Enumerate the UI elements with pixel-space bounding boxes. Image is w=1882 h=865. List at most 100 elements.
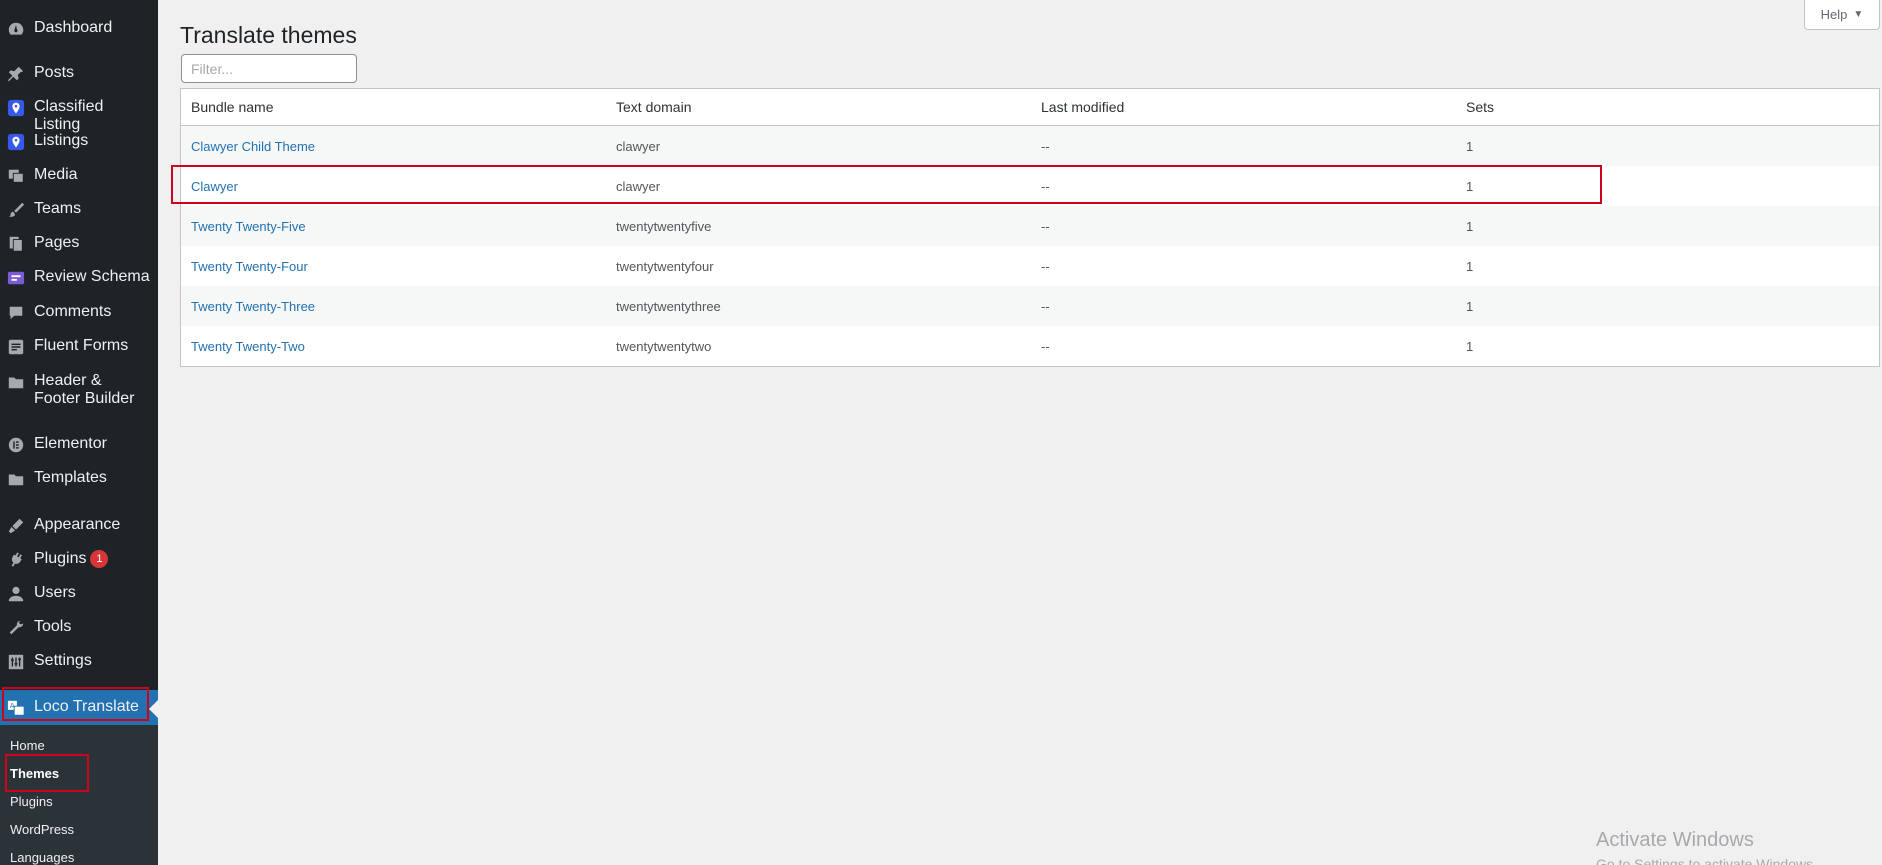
sets-cell: 1 xyxy=(1466,218,1474,234)
text-domain-cell: twentytwentyfive xyxy=(616,218,712,234)
pages-icon xyxy=(6,234,26,254)
submenu-item-plugins[interactable]: Plugins xyxy=(10,794,53,810)
sidebar-item-teams[interactable]: Teams xyxy=(0,200,158,222)
location-icon xyxy=(6,132,26,152)
location-icon xyxy=(6,98,26,118)
sidebar-item-label: Comments xyxy=(34,303,112,320)
settings-icon xyxy=(6,652,26,672)
table-row: Twenty Twenty-Three twentytwentythree --… xyxy=(181,286,1879,326)
sidebar-item-label: Tools xyxy=(34,618,72,635)
update-count-badge: 1 xyxy=(90,550,109,568)
sidebar-item-review-schema[interactable]: Review Schema xyxy=(0,268,158,290)
sidebar-item-media[interactable]: Media xyxy=(0,166,158,188)
sidebar-item-templates[interactable]: Templates xyxy=(0,469,158,491)
sidebar-item-label: Dashboard xyxy=(34,19,113,36)
sidebar-item-label: Review Schema xyxy=(34,268,150,285)
sidebar-item-label: Media xyxy=(34,166,78,183)
help-button-label: Help xyxy=(1820,7,1848,22)
sidebar-item-pages[interactable]: Pages xyxy=(0,234,158,256)
last-modified-cell: -- xyxy=(1041,178,1050,194)
sidebar-item-label: Classified Listing xyxy=(34,98,104,133)
admin-sidebar: Dashboard Posts Classified Listing Listi… xyxy=(0,0,158,865)
sidebar-item-classified-listing[interactable]: Classified Listing xyxy=(0,98,158,133)
user-icon xyxy=(6,584,26,604)
submenu-item-home[interactable]: Home xyxy=(10,738,45,754)
sidebar-item-label: Templates xyxy=(34,469,107,486)
bundles-table: Bundle name Text domain Last modified Se… xyxy=(180,88,1880,367)
sidebar-item-fluent-forms[interactable]: Fluent Forms xyxy=(0,337,158,359)
sidebar-item-label: Settings xyxy=(34,652,92,669)
text-domain-cell: twentytwentyfour xyxy=(616,258,714,274)
plugin-icon xyxy=(6,550,26,570)
table-row: Twenty Twenty-Five twentytwentyfive -- 1 xyxy=(181,206,1879,246)
sidebar-item-tools[interactable]: Tools xyxy=(0,618,158,640)
sidebar-item-listings[interactable]: Listings xyxy=(0,132,158,154)
sidebar-item-comments[interactable]: Comments xyxy=(0,303,158,325)
bundle-link[interactable]: Twenty Twenty-Four xyxy=(191,259,308,274)
wrench-icon xyxy=(6,618,26,638)
sidebar-item-label: Elementor xyxy=(34,435,107,452)
loco-translate-submenu: Home Themes Plugins WordPress Languages xyxy=(0,725,158,865)
comment-icon xyxy=(6,303,26,323)
sidebar-item-label: Pages xyxy=(34,234,80,251)
submenu-item-themes[interactable]: Themes xyxy=(10,766,59,782)
sets-cell: 1 xyxy=(1466,178,1474,194)
text-domain-cell: twentytwentytwo xyxy=(616,338,712,354)
bundle-link[interactable]: Twenty Twenty-Three xyxy=(191,299,315,314)
bundle-link[interactable]: Twenty Twenty-Five xyxy=(191,219,306,234)
sidebar-item-loco-translate[interactable]: A Loco Translate xyxy=(0,690,158,725)
sets-cell: 1 xyxy=(1466,258,1474,274)
table-header: Bundle name Text domain Last modified Se… xyxy=(181,89,1879,126)
sidebar-item-plugins[interactable]: Plugins 1 xyxy=(0,550,158,572)
sidebar-item-posts[interactable]: Posts xyxy=(0,64,158,86)
text-domain-cell: clawyer xyxy=(616,138,661,154)
sidebar-item-label: Appearance xyxy=(34,516,121,533)
sidebar-item-header-footer-builder[interactable]: Header & Footer Builder xyxy=(0,372,158,412)
sidebar-item-appearance[interactable]: Appearance xyxy=(0,516,158,538)
sidebar-item-settings[interactable]: Settings xyxy=(0,652,158,674)
submenu-item-languages[interactable]: Languages xyxy=(10,850,74,865)
column-header-sets[interactable]: Sets xyxy=(1456,99,1879,115)
filter-input[interactable] xyxy=(181,54,357,83)
sidebar-item-users[interactable]: Users xyxy=(0,584,158,606)
media-icon xyxy=(6,166,26,186)
sidebar-item-label: Header & Footer Builder xyxy=(34,372,135,407)
sidebar-item-label: Loco Translate xyxy=(34,698,139,715)
sidebar-item-dashboard[interactable]: Dashboard xyxy=(0,19,158,41)
last-modified-cell: -- xyxy=(1041,298,1050,314)
sidebar-item-label: Listings xyxy=(34,132,89,149)
table-row: Twenty Twenty-Four twentytwentyfour -- 1 xyxy=(181,246,1879,286)
elementor-icon xyxy=(6,435,26,455)
table-row: Clawyer clawyer -- 1 xyxy=(181,166,1879,206)
sidebar-item-label: Teams xyxy=(34,200,82,217)
sidebar-item-label: Posts xyxy=(34,64,75,81)
review-icon xyxy=(6,268,26,288)
submenu-item-wordpress[interactable]: WordPress xyxy=(10,822,74,838)
table-row: Twenty Twenty-Two twentytwentytwo -- 1 xyxy=(181,326,1879,366)
folder-icon xyxy=(6,469,26,489)
brush-icon xyxy=(6,200,26,220)
last-modified-cell: -- xyxy=(1041,218,1050,234)
table-row: Clawyer Child Theme clawyer -- 1 xyxy=(181,126,1879,166)
bundle-link[interactable]: Twenty Twenty-Two xyxy=(191,339,305,354)
folder-icon xyxy=(6,372,26,392)
dashboard-icon xyxy=(6,19,26,39)
translate-icon: A xyxy=(6,698,26,718)
svg-text:A: A xyxy=(10,701,15,710)
watermark-title: Activate Windows xyxy=(1596,829,1754,851)
sidebar-item-label: Fluent Forms xyxy=(34,337,129,354)
bundle-link[interactable]: Clawyer Child Theme xyxy=(191,139,315,154)
help-button[interactable]: Help ▼ xyxy=(1804,0,1880,30)
activate-windows-watermark: Activate Windows Go to Settings to activ… xyxy=(1596,828,1817,865)
column-header-bundle-name[interactable]: Bundle name xyxy=(181,99,606,115)
text-domain-cell: clawyer xyxy=(616,178,661,194)
sidebar-item-elementor[interactable]: Elementor xyxy=(0,435,158,457)
text-domain-cell: twentytwentythree xyxy=(616,298,721,314)
column-header-text-domain[interactable]: Text domain xyxy=(606,99,1031,115)
last-modified-cell: -- xyxy=(1041,338,1050,354)
sets-cell: 1 xyxy=(1466,298,1474,314)
sidebar-item-label: Plugins xyxy=(34,550,87,567)
last-modified-cell: -- xyxy=(1041,258,1050,274)
bundle-link[interactable]: Clawyer xyxy=(191,179,238,194)
column-header-last-modified[interactable]: Last modified xyxy=(1031,99,1456,115)
